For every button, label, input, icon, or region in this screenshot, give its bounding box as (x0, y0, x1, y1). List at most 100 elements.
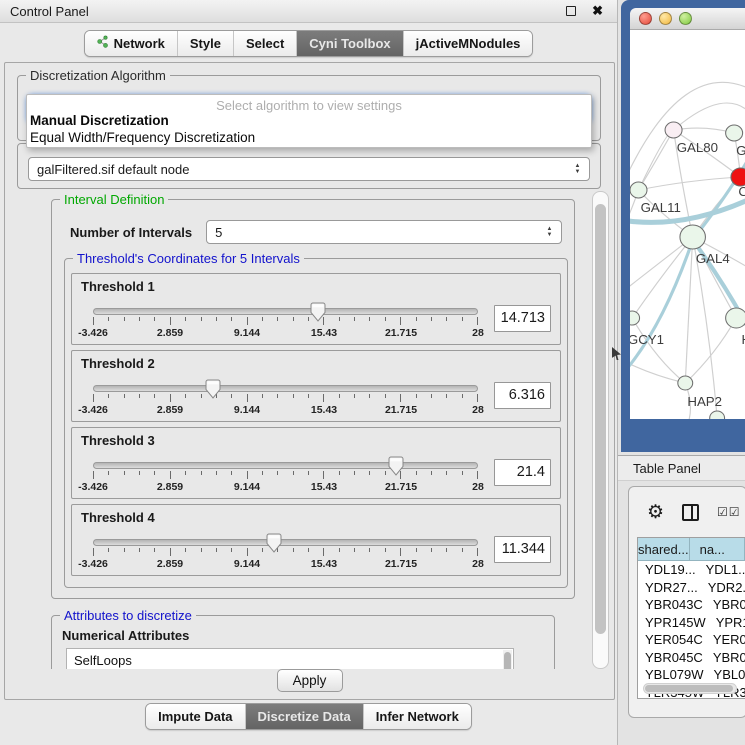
threshold-value-field[interactable]: 11.344 (494, 536, 551, 563)
slider-ticks (93, 471, 478, 480)
network-node-c[interactable] (731, 168, 745, 186)
network-node-hap2[interactable] (678, 376, 693, 390)
network-edge[interactable] (685, 318, 736, 383)
network-node-gcy1[interactable] (630, 311, 640, 325)
network-edge[interactable] (674, 128, 735, 133)
slider-ticks (93, 548, 478, 557)
slider-scale-label: 15.43 (311, 481, 337, 493)
slider-thumb[interactable] (310, 302, 326, 322)
threshold-slider[interactable]: -3.4262.8599.14415.4321.71528 (93, 527, 478, 571)
group-title: Attributes to discretize (60, 608, 196, 623)
slider-scale: -3.4262.8599.14415.4321.71528 (93, 404, 478, 417)
slider-thumb[interactable] (388, 456, 404, 476)
threshold-row: -3.4262.8599.14415.4321.71528 21.4 (81, 450, 551, 494)
slider-thumb[interactable] (205, 379, 221, 399)
table-data-group: Table Data galFiltered.sif default node … (17, 143, 601, 189)
network-node-gal80[interactable] (665, 122, 682, 138)
checkboxes-icon[interactable]: ☑☑ (717, 505, 741, 519)
horizontal-scrollbar-thumb[interactable] (645, 685, 733, 692)
tab-impute-data[interactable]: Impute Data (146, 704, 244, 729)
threshold-value-field[interactable]: 6.316 (494, 382, 551, 409)
combo-stepper-icon[interactable]: ▲ ▼ (571, 158, 584, 180)
slider-scale-label: 9.144 (234, 404, 260, 416)
network-node-gal11[interactable] (630, 182, 647, 198)
slider-track[interactable] (93, 462, 478, 469)
algorithm-option-manual-discretization[interactable]: Manual Discretization (27, 113, 591, 130)
network-node-ga[interactable] (726, 125, 743, 141)
network-node[interactable] (710, 411, 725, 419)
threshold-slider[interactable]: -3.4262.8599.14415.4321.71528 (93, 373, 478, 417)
number-of-intervals-combobox[interactable]: 5 ▲ ▼ (206, 220, 562, 244)
close-icon[interactable]: ✖ (592, 3, 603, 19)
table-row[interactable]: YBL079WYBL0... (638, 666, 745, 684)
tab-style[interactable]: Style (177, 31, 233, 56)
attribute-item-selfloops[interactable]: SelfLoops (74, 652, 513, 669)
slider-track[interactable] (93, 308, 478, 315)
table-row[interactable]: YDL19...YDL1... (638, 561, 745, 579)
table-row[interactable]: YPR145WYPR1... (638, 614, 745, 632)
table-cell: YPR145W (638, 615, 706, 630)
tab-jactivemnodules[interactable]: jActiveMNodules (403, 31, 533, 56)
algorithm-option-equal-width-frequency-discretization[interactable]: Equal Width/Frequency Discretization (27, 130, 591, 147)
table-panel-window: ⚙ ☑☑ shared...na... YDL19...YDL1...YDR27… (628, 486, 745, 718)
slider-ticks (93, 317, 478, 326)
threshold-label: Threshold 1 (81, 279, 551, 294)
threshold-slider[interactable]: -3.4262.8599.14415.4321.71528 (93, 296, 478, 340)
horizontal-scrollbar[interactable] (643, 683, 737, 694)
network-node-gal4[interactable] (680, 225, 706, 249)
network-edge[interactable] (630, 360, 685, 383)
minimize-window-button[interactable] (659, 12, 672, 25)
table-cell: YPR1... (706, 615, 745, 630)
column-header[interactable]: shared... (638, 538, 690, 561)
threshold-value-field[interactable]: 21.4 (494, 459, 551, 486)
column-header[interactable]: na... (690, 538, 745, 561)
zoom-window-button[interactable] (679, 12, 692, 25)
threshold-panel-1: Threshold 1 -3.4262.8599.14415.4321.71528… (71, 273, 561, 345)
slider-scale: -3.4262.8599.14415.4321.71528 (93, 481, 478, 494)
network-node-h[interactable] (726, 308, 745, 328)
list-scrollbar[interactable] (503, 650, 512, 669)
gear-icon[interactable]: ⚙ (647, 503, 664, 522)
slider-track[interactable] (93, 539, 478, 546)
table-row[interactable]: YBR043CYBR0... (638, 596, 745, 614)
float-window-icon[interactable] (566, 6, 576, 16)
settings-scroll-content: Interval Definition Number of Intervals … (13, 191, 585, 669)
table-row[interactable]: YDR27...YDR2... (638, 579, 745, 597)
numerical-attributes-label: Numerical Attributes (62, 628, 554, 643)
down-arrow-icon: ▼ (547, 232, 553, 238)
slider-ticks (93, 394, 478, 403)
tab-discretize-data[interactable]: Discretize Data (245, 704, 363, 729)
slider-scale-label: 28 (472, 558, 484, 570)
combo-stepper-icon[interactable]: ▲ ▼ (543, 221, 556, 243)
right-side: GAL80GACGAL11GAL4GCY1HHAP2 Table Panel ⚙… (618, 0, 745, 745)
top-tab-group: NetworkStyleSelectCyni ToolboxjActiveMNo… (84, 30, 534, 57)
numerical-attributes-list[interactable]: SelfLoopsTopologicalCoefficientBetweenne… (66, 648, 514, 669)
slider-scale-label: -3.426 (78, 404, 108, 416)
slider-track[interactable] (93, 385, 478, 392)
list-scrollbar-thumb[interactable] (504, 652, 511, 669)
group-title: Discretization Algorithm (26, 68, 170, 83)
network-edge[interactable] (639, 130, 674, 190)
slider-scale-label: 21.715 (385, 404, 417, 416)
tab-select[interactable]: Select (233, 31, 296, 56)
tab-network[interactable]: Network (85, 31, 177, 56)
threshold-slider[interactable]: -3.4262.8599.14415.4321.71528 (93, 450, 478, 494)
vertical-scrollbar[interactable] (592, 191, 609, 669)
tab-cyni-toolbox[interactable]: Cyni Toolbox (296, 31, 402, 56)
table-row[interactable]: YBR045CYBR0... (638, 649, 745, 667)
network-canvas[interactable]: GAL80GACGAL11GAL4GCY1HHAP2 (630, 30, 745, 419)
threshold-panel-3: Threshold 3-3.4262.8599.14415.4321.71528… (71, 427, 561, 499)
vertical-scrollbar-thumb[interactable] (595, 204, 606, 634)
close-window-button[interactable] (639, 12, 652, 25)
table-data-combobox[interactable]: galFiltered.sif default node ▲ ▼ (28, 157, 590, 181)
slider-thumb[interactable] (266, 533, 282, 553)
network-edge[interactable] (639, 177, 741, 190)
tab-infer-network[interactable]: Infer Network (363, 704, 471, 729)
network-view-window: GAL80GACGAL11GAL4GCY1HHAP2 (621, 0, 745, 452)
node-label: GAL80 (677, 140, 718, 155)
threshold-value-field[interactable]: 14.713 (494, 305, 551, 332)
apply-button[interactable]: Apply (277, 669, 343, 692)
columns-icon[interactable] (682, 504, 699, 521)
slider-scale-label: 2.859 (157, 327, 183, 339)
table-row[interactable]: YER054CYER0... (638, 631, 745, 649)
